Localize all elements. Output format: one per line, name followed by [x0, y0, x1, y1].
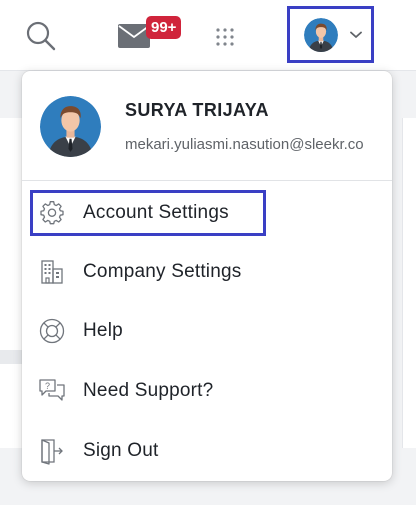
- profile-menu-button[interactable]: [287, 6, 374, 63]
- account-settings-menu-item[interactable]: Account Settings: [30, 190, 266, 236]
- lifebuoy-icon: [36, 315, 68, 347]
- gear-icon: [36, 197, 68, 229]
- top-bar: 99+: [0, 0, 416, 71]
- sign-out-door-icon: [36, 435, 68, 467]
- help-menu-item[interactable]: Help: [30, 308, 384, 354]
- user-name: SURYA TRIJAYA: [125, 100, 269, 120]
- account-settings-label: Account Settings: [83, 202, 229, 223]
- company-settings-label: Company Settings: [83, 261, 242, 282]
- need-support-menu-item[interactable]: ? Need Support?: [30, 368, 384, 414]
- search-icon: [26, 21, 56, 51]
- support-chat-icon: ?: [36, 375, 68, 407]
- user-avatar-large: [40, 96, 101, 157]
- background-panel-right: [402, 118, 416, 448]
- sign-out-menu-item[interactable]: Sign Out: [30, 428, 384, 474]
- need-support-label: Need Support?: [83, 380, 214, 401]
- chevron-down-icon: [350, 31, 362, 38]
- user-email: mekari.yuliasmi.nasution@sleekr.co: [125, 136, 364, 153]
- company-settings-menu-item[interactable]: Company Settings: [30, 249, 384, 295]
- sign-out-label: Sign Out: [83, 440, 159, 461]
- svg-text:?: ?: [45, 381, 50, 391]
- mail-notification-badge: 99+: [146, 16, 182, 39]
- search-button[interactable]: [22, 17, 60, 55]
- user-info-card: SURYA TRIJAYA mekari.yuliasmi.nasution@s…: [22, 71, 392, 181]
- apps-grid-icon: [216, 28, 234, 46]
- background-divider: [0, 350, 22, 364]
- background-panel-left: [0, 118, 23, 448]
- apps-button[interactable]: [210, 22, 240, 52]
- profile-dropdown-menu: SURYA TRIJAYA mekari.yuliasmi.nasution@s…: [22, 71, 392, 481]
- user-avatar: [304, 17, 338, 52]
- help-label: Help: [83, 320, 123, 341]
- building-icon: [36, 256, 68, 288]
